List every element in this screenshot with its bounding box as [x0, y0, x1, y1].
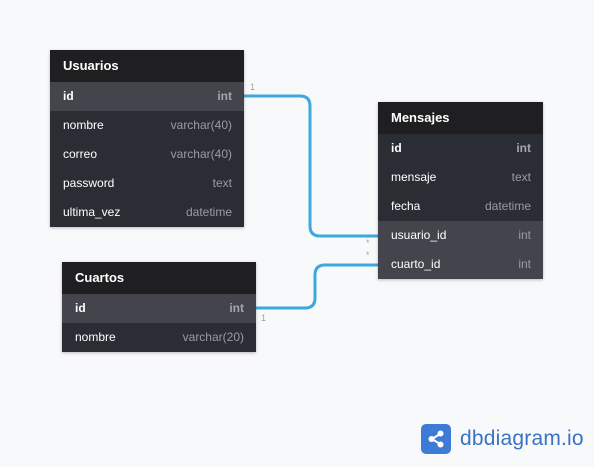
field-name: password: [63, 176, 115, 190]
field-type: int: [516, 141, 531, 155]
share-icon: [421, 424, 451, 454]
table-field-id[interactable]: id int: [62, 294, 256, 323]
field-name: correo: [63, 147, 98, 161]
table-header[interactable]: Usuarios: [50, 50, 244, 82]
field-type: varchar(40): [170, 147, 232, 161]
table-header[interactable]: Cuartos: [62, 262, 256, 294]
table-field-id[interactable]: id int: [50, 82, 244, 111]
cardinality-one-label: 1: [250, 82, 255, 92]
table-cuartos[interactable]: Cuartos id int nombre varchar(20): [62, 262, 256, 352]
table-field-password[interactable]: password text: [50, 169, 244, 198]
table-field-mensaje[interactable]: mensaje text: [378, 163, 543, 192]
field-type: varchar(20): [182, 330, 244, 344]
table-field-nombre[interactable]: nombre varchar(20): [62, 323, 256, 352]
field-name: usuario_id: [391, 228, 447, 242]
field-name: nombre: [75, 330, 116, 344]
field-name: id: [391, 141, 402, 155]
table-mensajes[interactable]: Mensajes id int mensaje text fecha datet…: [378, 102, 543, 279]
field-name: fecha: [391, 199, 421, 213]
relation-usuarios-mensajes[interactable]: [244, 94, 378, 238]
brand-watermark[interactable]: dbdiagram.io: [421, 424, 584, 454]
field-name: cuarto_id: [391, 257, 441, 271]
table-field-fecha[interactable]: fecha datetime: [378, 192, 543, 221]
cardinality-many-label: *: [366, 250, 370, 260]
table-field-id[interactable]: id int: [378, 134, 543, 163]
field-name: mensaje: [391, 170, 437, 184]
field-type: int: [518, 257, 531, 271]
field-name: id: [75, 301, 86, 315]
cardinality-many-label: *: [366, 238, 370, 248]
table-field-correo[interactable]: correo varchar(40): [50, 140, 244, 169]
table-field-ultima-vez[interactable]: ultima_vez datetime: [50, 198, 244, 227]
field-type: text: [511, 170, 531, 184]
field-type: datetime: [484, 199, 531, 213]
table-header[interactable]: Mensajes: [378, 102, 543, 134]
field-type: text: [212, 176, 232, 190]
field-type: datetime: [185, 205, 232, 219]
table-usuarios[interactable]: Usuarios id int nombre varchar(40) corre…: [50, 50, 244, 227]
cardinality-one-label: 1: [261, 313, 266, 323]
field-type: varchar(40): [170, 118, 232, 132]
table-field-cuarto-id[interactable]: cuarto_id int: [378, 250, 543, 279]
table-field-usuario-id[interactable]: usuario_id int: [378, 221, 543, 250]
field-name: id: [63, 89, 74, 103]
table-field-nombre[interactable]: nombre varchar(40): [50, 111, 244, 140]
field-type: int: [217, 89, 232, 103]
field-type: int: [518, 228, 531, 242]
field-name: nombre: [63, 118, 104, 132]
field-name: ultima_vez: [63, 205, 121, 219]
relation-cuartos-mensajes[interactable]: [256, 263, 378, 310]
field-type: int: [229, 301, 244, 315]
brand-text: dbdiagram.io: [460, 427, 584, 450]
